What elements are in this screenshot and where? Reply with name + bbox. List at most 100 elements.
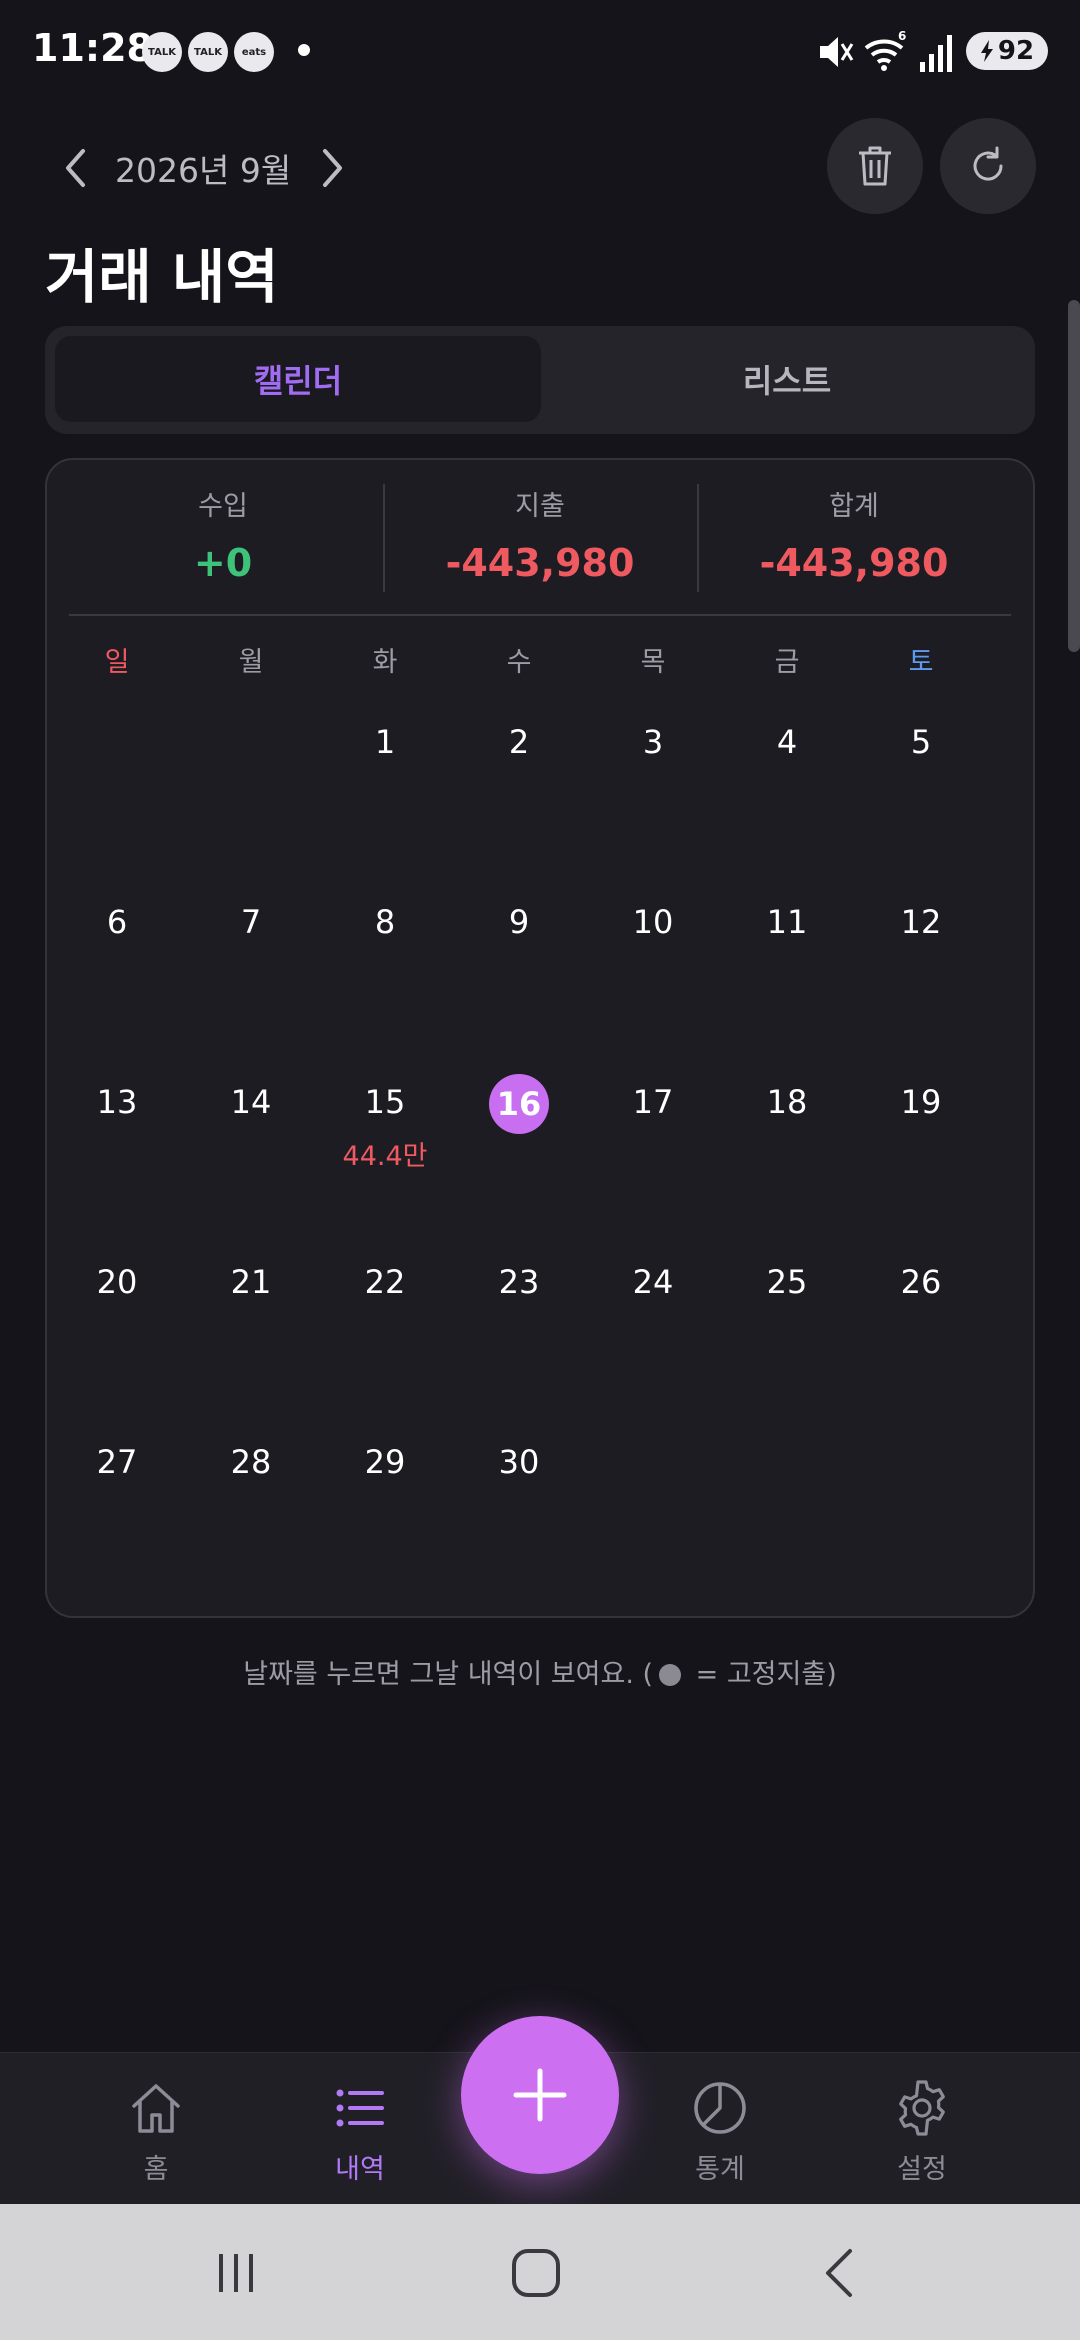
scroll-indicator[interactable] [1068, 300, 1080, 652]
day-number: 19 [900, 1083, 942, 1121]
day-number: 13 [96, 1083, 138, 1121]
home-icon [132, 2084, 180, 2133]
trash-icon [859, 146, 891, 186]
calendar-day[interactable]: 20 [50, 1252, 184, 1312]
day-number: 18 [766, 1083, 808, 1121]
status-bar: 11:28 TALK TALK eats 6 92 [0, 0, 1080, 100]
day-number: 4 [776, 723, 798, 761]
day-number: 9 [508, 903, 530, 941]
income-label: 수입 [198, 491, 248, 522]
calendar-day[interactable]: 23 [452, 1252, 586, 1312]
calendar-day[interactable]: 7 [184, 892, 318, 952]
calendar-day[interactable]: 18 [720, 1072, 854, 1132]
calendar-day[interactable]: 27 [50, 1432, 184, 1492]
nav-stats[interactable]: 통계 [650, 2073, 790, 2186]
calendar-day[interactable]: 13 [50, 1072, 184, 1132]
weekday-label: 월 [238, 647, 264, 678]
calendar-day[interactable]: 15 44.4만 [318, 1072, 452, 1173]
calendar-day[interactable]: 9 [452, 892, 586, 952]
back-button[interactable] [800, 2238, 880, 2308]
calendar-day[interactable]: 14 [184, 1072, 318, 1132]
coupang-eats-notification-icon: eats [234, 32, 274, 72]
day-number: 6 [106, 903, 128, 941]
calendar-day[interactable]: 21 [184, 1252, 318, 1312]
day-number: 10 [632, 903, 674, 941]
expense-value: -443,980 [445, 541, 635, 585]
day-number: 29 [364, 1443, 406, 1481]
previous-month-button[interactable] [55, 140, 95, 196]
battery-indicator: 92 [966, 32, 1048, 70]
current-month-label[interactable]: 2026년 9월 [115, 144, 291, 192]
calendar-day[interactable]: 16 [452, 1072, 586, 1134]
total-value: -443,980 [759, 541, 949, 585]
nav-home[interactable]: 홈 [86, 2073, 226, 2186]
day-number: 26 [900, 1263, 942, 1301]
nav-settings[interactable]: 설정 [852, 2073, 992, 2186]
day-number: 14 [230, 1083, 272, 1121]
recent-apps-button[interactable] [196, 2238, 276, 2308]
income-summary: 수입 +0 [73, 484, 373, 585]
calendar-day[interactable]: 22 [318, 1252, 452, 1312]
kakaotalk-notification-icon: TALK [142, 32, 182, 72]
calendar-day[interactable]: 12 [854, 892, 988, 952]
nav-settings-label: 설정 [897, 2154, 947, 2185]
calendar-day[interactable]: 25 [720, 1252, 854, 1312]
next-month-button[interactable] [313, 140, 353, 196]
today-day-number: 16 [489, 1074, 549, 1134]
day-number: 12 [900, 903, 942, 941]
add-transaction-button[interactable] [461, 2016, 619, 2174]
summary-divider [697, 484, 699, 592]
calendar-day[interactable]: 17 [586, 1072, 720, 1132]
charging-icon [980, 40, 993, 62]
day-number: 24 [632, 1263, 674, 1301]
total-summary: 합계 -443,980 [704, 484, 1004, 585]
day-number: 8 [374, 903, 396, 941]
calendar-day[interactable]: 19 [854, 1072, 988, 1132]
calendar-day[interactable]: 11 [720, 892, 854, 952]
day-number: 3 [642, 723, 664, 761]
day-number: 11 [766, 903, 808, 941]
signal-icon [920, 35, 952, 72]
svg-text:6: 6 [898, 30, 906, 43]
day-number: 5 [910, 723, 932, 761]
day-number: 28 [230, 1443, 272, 1481]
plus-icon [513, 2068, 567, 2122]
pie-chart-icon [694, 2082, 746, 2134]
income-value: +0 [193, 541, 253, 585]
nav-home-label: 홈 [143, 2154, 169, 2185]
weekday-label: 일 [104, 647, 130, 678]
calendar-day[interactable]: 6 [50, 892, 184, 952]
refresh-button[interactable] [940, 118, 1036, 214]
day-number: 30 [498, 1443, 540, 1481]
home-button[interactable] [496, 2238, 576, 2308]
calendar-day[interactable]: 10 [586, 892, 720, 952]
calendar-day[interactable]: 2 [452, 712, 586, 772]
system-navigation-bar [0, 2204, 1080, 2340]
calendar-card: 수입 +0 지출 -443,980 합계 -443,980 일월화수목금토 12… [45, 458, 1035, 1618]
expense-label: 지출 [515, 491, 565, 522]
tab-list[interactable]: 리스트 [549, 336, 1025, 422]
delete-button[interactable] [827, 118, 923, 214]
refresh-icon [973, 146, 1003, 181]
day-number: 15 [364, 1083, 406, 1121]
calendar-day[interactable]: 30 [452, 1432, 586, 1492]
home-circle-icon [512, 2249, 560, 2297]
fixed-expense-dot-icon [659, 1664, 682, 1686]
kakaotalk-notification-icon: TALK [188, 32, 228, 72]
calendar-day[interactable]: 24 [586, 1252, 720, 1312]
calendar-day[interactable]: 29 [318, 1432, 452, 1492]
weekday-label: 토 [908, 647, 934, 678]
nav-stats-label: 통계 [695, 2154, 745, 2185]
calendar-day[interactable]: 26 [854, 1252, 988, 1312]
view-toggle: 캘린더 리스트 [45, 326, 1035, 434]
calendar-day[interactable]: 5 [854, 712, 988, 772]
tab-calendar[interactable]: 캘린더 [55, 336, 541, 422]
calendar-day[interactable]: 8 [318, 892, 452, 952]
calendar-day[interactable]: 3 [586, 712, 720, 772]
calendar-day[interactable]: 1 [318, 712, 452, 772]
calendar-day[interactable]: 28 [184, 1432, 318, 1492]
nav-history[interactable]: 내역 [290, 2073, 430, 2186]
weekday-label: 금 [774, 647, 800, 678]
day-number: 27 [96, 1443, 138, 1481]
calendar-day[interactable]: 4 [720, 712, 854, 772]
